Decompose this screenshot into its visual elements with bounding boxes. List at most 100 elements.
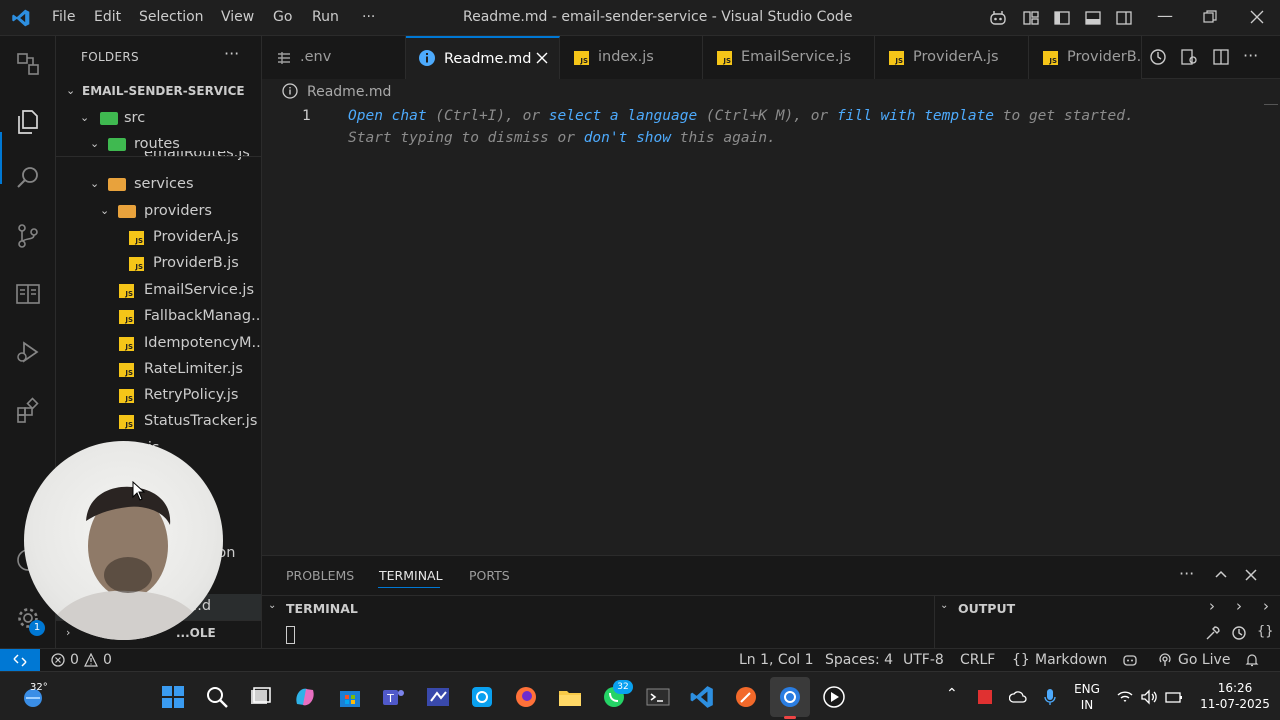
vs-app-icon[interactable] <box>425 684 451 710</box>
microphone-icon[interactable] <box>1042 688 1058 706</box>
toggle-sidebar-icon[interactable] <box>1052 8 1072 28</box>
start-windows-icon[interactable] <box>160 684 186 710</box>
menu-run[interactable]: Run <box>312 9 339 25</box>
tree-item-emailroutes[interactable]: emailRoutes.js <box>56 151 261 163</box>
chevron-right-icon[interactable]: › <box>1263 597 1269 615</box>
language-top[interactable]: ENG <box>1072 682 1102 696</box>
language-mode[interactable]: Markdown <box>1035 652 1107 668</box>
remote-indicator[interactable] <box>0 649 40 672</box>
tree-item-providerb[interactable]: JS ProviderB.js <box>56 251 261 277</box>
open-chat-link[interactable]: Open chat <box>348 108 427 124</box>
menu-view[interactable]: View <box>221 9 254 25</box>
notes-icon[interactable] <box>14 280 42 308</box>
tree-item-ratelimiter[interactable]: JS RateLimiter.js <box>56 357 261 383</box>
tree-root[interactable]: ⌄ EMAIL-SENDER-SERVICE <box>56 79 261 105</box>
explorer-icon[interactable] <box>14 108 42 136</box>
tree-item-statustracker[interactable]: JS StatusTracker.js <box>56 409 261 435</box>
history-icon[interactable] <box>1230 624 1248 642</box>
search-icon[interactable] <box>204 684 230 710</box>
media-player-icon[interactable] <box>821 684 847 710</box>
panel-more-actions-icon[interactable]: ··· <box>1179 564 1194 583</box>
source-control-icon[interactable] <box>14 222 42 250</box>
teams-icon[interactable]: T <box>380 684 406 710</box>
chevron-down-icon[interactable]: ⌄ <box>268 600 276 611</box>
menu-more[interactable]: ··· <box>362 9 375 25</box>
cursor-position[interactable]: Ln 1, Col 1 <box>739 652 814 668</box>
bell-icon[interactable] <box>1245 653 1259 667</box>
microsoft-store-icon[interactable] <box>337 684 363 710</box>
indentation[interactable]: Spaces: 4 <box>825 652 893 668</box>
warning-count[interactable]: 0 <box>103 652 112 668</box>
tab-providerb-js[interactable]: JS ProviderB.j <box>1029 36 1142 79</box>
cloud-icon[interactable] <box>1009 688 1027 706</box>
chevron-right-icon[interactable]: › <box>1209 597 1215 615</box>
panel-tab-problems[interactable]: PROBLEMS <box>286 568 354 583</box>
tab-env[interactable]: .env <box>262 36 406 79</box>
vscode-taskbar-icon[interactable] <box>689 684 715 710</box>
close-panel-icon[interactable] <box>1242 566 1260 584</box>
outlook-blue-icon[interactable] <box>469 684 495 710</box>
tray-app-red-icon[interactable] <box>976 688 994 706</box>
run-debug-icon[interactable] <box>14 338 42 366</box>
sidebar-more-actions-icon[interactable]: ··· <box>224 44 239 63</box>
file-explorer-icon[interactable] <box>557 684 583 710</box>
firefox-icon[interactable] <box>513 684 539 710</box>
wifi-icon[interactable] <box>1116 688 1134 706</box>
toggle-secondary-sidebar-icon[interactable] <box>1114 8 1134 28</box>
tools-icon[interactable] <box>1204 624 1222 642</box>
section-splitter[interactable] <box>934 596 935 648</box>
tab-emailservice-js[interactable]: JS EmailService.js <box>703 36 875 79</box>
chevron-right-icon[interactable]: › <box>1236 597 1242 615</box>
terminal-cursor[interactable] <box>286 626 295 644</box>
maximize-panel-icon[interactable] <box>1212 566 1230 584</box>
tree-item-retrypolicy[interactable]: JS RetryPolicy.js <box>56 383 261 409</box>
split-editor-icon[interactable] <box>1211 47 1231 67</box>
volume-icon[interactable] <box>1140 688 1158 706</box>
fill-template-link[interactable]: fill with template <box>837 108 994 124</box>
tab-providera-js[interactable]: JS ProviderA.js <box>875 36 1029 79</box>
tree-item-emailservice[interactable]: JS EmailService.js <box>56 278 261 304</box>
tree-item-src[interactable]: ⌄ src <box>56 106 261 132</box>
task-view-icon[interactable] <box>247 684 273 710</box>
tree-item-fallbackmanager[interactable]: JS FallbackManag... <box>56 304 261 330</box>
vscode-logo-icon[interactable] <box>10 8 32 28</box>
line-endings[interactable]: CRLF <box>960 652 995 668</box>
clock-date[interactable]: 11-07-2025 <box>1195 697 1275 711</box>
copilot-status-icon[interactable] <box>1122 653 1138 667</box>
clock-time[interactable]: 16:26 <box>1195 681 1275 695</box>
chevron-down-icon[interactable]: ⌄ <box>940 600 948 611</box>
editor-more-actions-icon[interactable]: ··· <box>1243 46 1258 65</box>
json-braces-icon[interactable]: {} <box>1257 624 1274 639</box>
recorder-app-icon[interactable] <box>777 684 803 710</box>
remote-explorer-icon[interactable] <box>14 50 42 78</box>
output-section-header[interactable]: OUTPUT <box>958 601 1015 616</box>
menu-file[interactable]: File <box>52 9 75 25</box>
dont-show-link[interactable]: don't show <box>584 130 671 146</box>
panel-tab-terminal[interactable]: TERMINAL <box>379 568 443 583</box>
battery-icon[interactable] <box>1164 688 1184 706</box>
timeline-history-icon[interactable] <box>1148 47 1168 67</box>
language-bottom[interactable]: IN <box>1072 698 1102 712</box>
copilot-app-icon[interactable] <box>292 684 318 710</box>
select-language-link[interactable]: select a language <box>549 108 697 124</box>
panel-tab-ports[interactable]: PORTS <box>469 568 510 583</box>
tree-item-idempotency[interactable]: JS IdempotencyM... <box>56 331 261 357</box>
encoding[interactable]: UTF-8 <box>903 652 944 668</box>
terminal-section-header[interactable]: TERMINAL <box>286 601 358 616</box>
menu-edit[interactable]: Edit <box>94 9 121 25</box>
tree-item-providera[interactable]: JS ProviderA.js <box>56 225 261 251</box>
breadcrumb[interactable]: Readme.md <box>307 84 391 100</box>
menu-selection[interactable]: Selection <box>139 9 204 25</box>
toggle-panel-icon[interactable] <box>1083 8 1103 28</box>
search-icon[interactable] <box>14 164 42 192</box>
close-window-button[interactable] <box>1250 10 1264 24</box>
draw-app-icon[interactable] <box>733 684 759 710</box>
tab-index-js[interactable]: JS index.js <box>560 36 703 79</box>
terminal-icon[interactable] <box>645 684 671 710</box>
layout-customize-icon[interactable] <box>1021 8 1041 28</box>
open-preview-icon[interactable] <box>1179 47 1199 67</box>
show-hidden-icons-icon[interactable]: ⌃ <box>946 686 958 702</box>
tab-readme[interactable]: Readme.md <box>406 36 560 79</box>
close-tab-icon[interactable] <box>536 52 548 64</box>
error-count[interactable]: 0 <box>70 652 79 668</box>
